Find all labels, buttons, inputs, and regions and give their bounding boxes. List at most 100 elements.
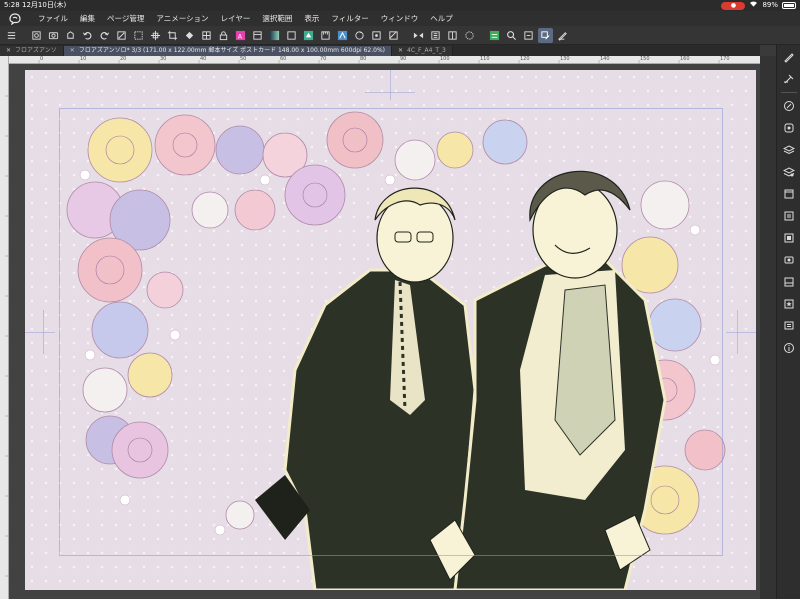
battery-icon <box>782 2 796 9</box>
layer-property-icon[interactable] <box>779 162 799 182</box>
tab-2[interactable]: ✕ フロアズアンソロ* 3/3 (171.00 x 122.00mm 郵本サイズ … <box>63 46 392 56</box>
command-bar: A <box>0 26 800 45</box>
vertical-scrollbar[interactable] <box>760 56 776 599</box>
document-tabs: ✕ フロアズアンソ ✕ フロアズアンソロ* 3/3 (171.00 x 122.00… <box>0 45 760 56</box>
color-icon[interactable] <box>250 28 265 43</box>
close-icon[interactable]: ✕ <box>6 47 11 54</box>
tab-label: フロアズアンソ <box>15 47 57 54</box>
canvas-artwork[interactable] <box>25 70 756 590</box>
close-icon[interactable]: ✕ <box>398 47 403 54</box>
menu-view[interactable]: 表示 <box>298 13 325 24</box>
menu-file[interactable]: ファイル <box>32 13 74 24</box>
fill-icon[interactable] <box>182 28 197 43</box>
gradient-icon[interactable] <box>267 28 282 43</box>
battery-level <box>784 4 794 7</box>
ruler-tick-label: 20 <box>120 56 127 62</box>
tab-label: 4C_F_A4_T_3 <box>407 47 446 54</box>
guide-icon[interactable] <box>445 28 460 43</box>
menu-filter[interactable]: フィルター <box>325 13 374 24</box>
ruler-tick-label: 120 <box>520 56 530 62</box>
layer-icon[interactable] <box>779 140 799 160</box>
crop-mark <box>726 332 756 333</box>
status-date: 12月10日(木) <box>22 1 67 9</box>
crop-icon[interactable] <box>165 28 180 43</box>
canvas-workspace[interactable] <box>9 64 760 599</box>
pen-pressure-icon[interactable] <box>555 28 570 43</box>
color-layer-icon[interactable] <box>487 28 502 43</box>
ruler-tick-label: 160 <box>680 56 690 62</box>
close-icon[interactable]: ✕ <box>70 47 75 54</box>
favorite-icon[interactable] <box>779 294 799 314</box>
status-right: ● 89% <box>721 0 796 11</box>
color-wheel-icon[interactable] <box>779 184 799 204</box>
settings-icon[interactable] <box>521 28 536 43</box>
sub-tool-icon[interactable] <box>779 118 799 138</box>
snap-icon[interactable] <box>369 28 384 43</box>
redo-icon[interactable] <box>97 28 112 43</box>
ruler-tick-label: 150 <box>640 56 650 62</box>
ruler-tick-label: 170 <box>720 56 730 62</box>
ruler-tick-label: 80 <box>360 56 367 62</box>
status-time: 5:28 <box>4 1 20 9</box>
menu-edit[interactable]: 編集 <box>74 13 101 24</box>
ruler-tick-label: 130 <box>560 56 570 62</box>
ruler-left <box>0 56 9 599</box>
navigator-icon[interactable] <box>779 96 799 116</box>
ruler-visible-icon[interactable] <box>428 28 443 43</box>
grid-icon[interactable] <box>386 28 401 43</box>
screen-record-indicator[interactable]: ● <box>721 1 746 10</box>
flip-icon[interactable] <box>335 28 350 43</box>
ruler-tick-label: 30 <box>160 56 167 62</box>
blend-icon[interactable] <box>284 28 299 43</box>
crop-mark <box>365 92 415 93</box>
transform-icon[interactable] <box>148 28 163 43</box>
new-icon[interactable] <box>29 28 44 43</box>
tab-3[interactable]: ✕ 4C_F_A4_T_3 <box>391 46 453 56</box>
right-tool-palette <box>776 45 800 599</box>
brush-icon[interactable] <box>779 69 799 89</box>
symmetry-icon[interactable] <box>411 28 426 43</box>
auto-action-icon[interactable] <box>779 272 799 292</box>
ruler-icon[interactable] <box>318 28 333 43</box>
info-icon[interactable] <box>779 338 799 358</box>
layer-property-icon[interactable] <box>199 28 214 43</box>
ruler-tick-label: 100 <box>440 56 450 62</box>
menu-selection[interactable]: 選択範囲 <box>256 13 298 24</box>
undo-icon[interactable] <box>80 28 95 43</box>
ruler-top: 0 10 20 30 40 50 60 70 80 90 100 110 120… <box>9 56 760 64</box>
lock-icon[interactable] <box>216 28 231 43</box>
crop-mark <box>43 310 44 354</box>
open-icon[interactable] <box>46 28 61 43</box>
rotate-icon[interactable] <box>352 28 367 43</box>
clear-icon[interactable] <box>114 28 129 43</box>
pen-icon[interactable] <box>779 47 799 67</box>
tone-icon[interactable]: A <box>233 28 248 43</box>
menu-bar: ファイル 編集 ページ管理 アニメーション レイヤー 選択範囲 表示 フィルター… <box>0 11 800 26</box>
menu-page[interactable]: ページ管理 <box>101 13 150 24</box>
ruler-tick-label: 70 <box>320 56 327 62</box>
ruler-tick-label: 90 <box>400 56 407 62</box>
ruler-tick-label: 0 <box>40 56 44 62</box>
menu-window[interactable]: ウィンドウ <box>375 13 425 24</box>
clip-studio-icon[interactable] <box>8 12 22 26</box>
menu-icon[interactable] <box>4 28 19 43</box>
menu-animation[interactable]: アニメーション <box>150 13 214 24</box>
trim-guide <box>59 108 723 556</box>
search-icon[interactable] <box>504 28 519 43</box>
selection-icon[interactable] <box>462 28 477 43</box>
wifi-icon <box>749 0 758 11</box>
menu-layer[interactable]: レイヤー <box>215 13 257 24</box>
timeline-icon[interactable] <box>779 250 799 270</box>
menu-help[interactable]: ヘルプ <box>424 13 459 24</box>
ruler-tick-label: 60 <box>280 56 287 62</box>
tab-label: フロアズアンソロ* 3/3 (171.00 x 122.00mm 郵本サイズ ポ… <box>78 47 385 54</box>
comment-icon[interactable] <box>779 316 799 336</box>
tab-1[interactable]: ✕ フロアズアンソ <box>0 46 64 56</box>
crop-mark <box>390 70 391 100</box>
material-icon[interactable] <box>779 228 799 248</box>
history-icon[interactable] <box>779 206 799 226</box>
save-icon[interactable] <box>63 28 78 43</box>
edit-icon[interactable] <box>538 27 553 43</box>
select-all-icon[interactable] <box>131 28 146 43</box>
reference-icon[interactable] <box>301 28 316 43</box>
